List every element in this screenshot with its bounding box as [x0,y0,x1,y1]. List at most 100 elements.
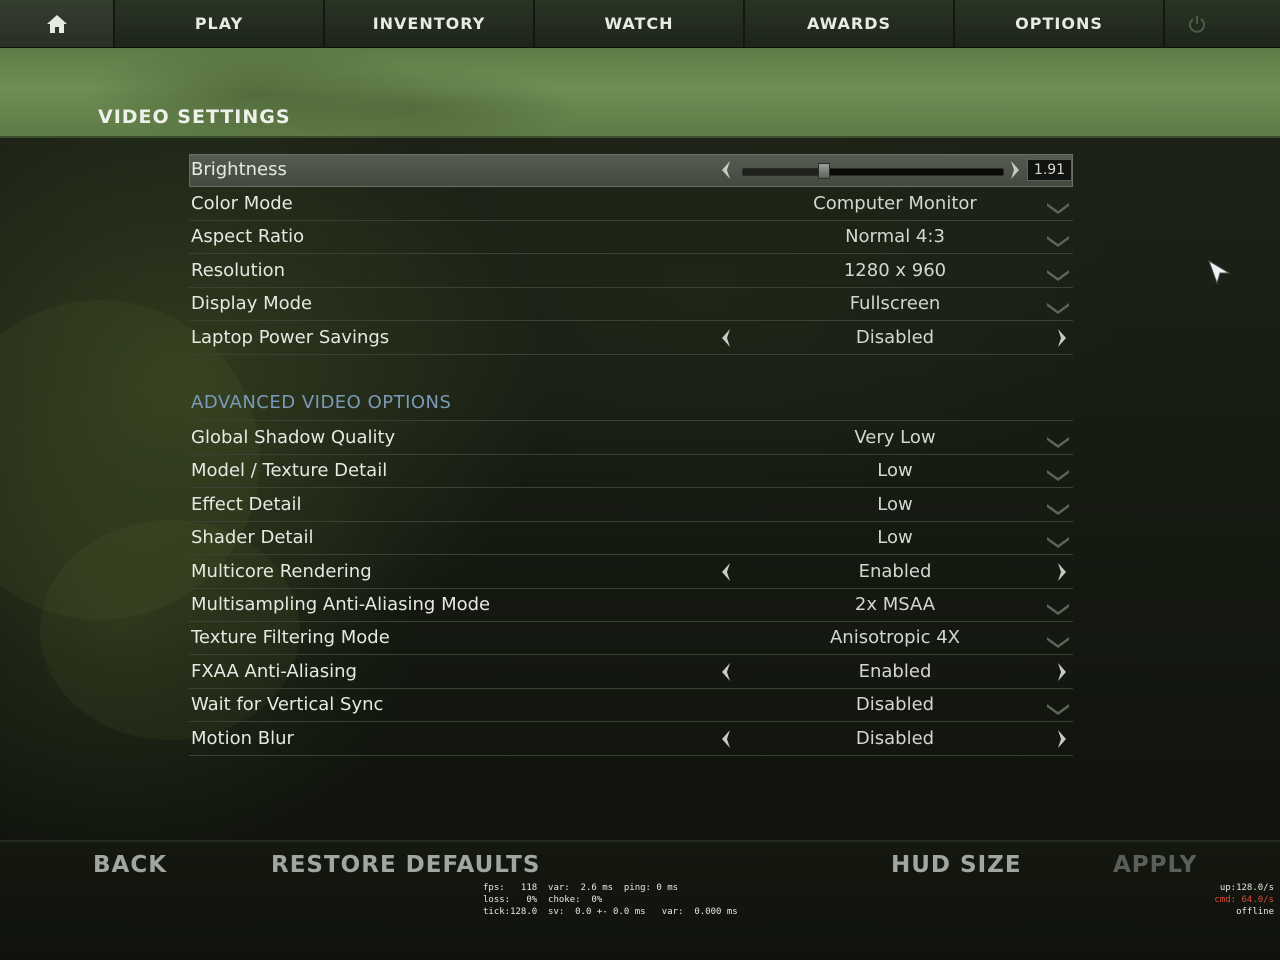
top-navigation-bar: PLAY INVENTORY WATCH AWARDS OPTIONS [0,0,1280,48]
chevron-left-icon[interactable] [717,159,735,181]
apply-button[interactable]: APPLY [1113,852,1197,878]
net-graph-stats: fps: 118 var: 2.6 ms ping: 0 ms loss: 0% … [483,882,738,918]
power-button[interactable] [1165,0,1229,47]
nav-inventory-button[interactable]: INVENTORY [325,0,535,47]
setting-value[interactable]: Disabled [745,728,1045,749]
setting-label: FXAA Anti-Aliasing [191,660,357,682]
setting-row-display-mode[interactable]: Display Mode Fullscreen [189,288,1073,322]
chevron-down-icon[interactable] [1045,534,1071,549]
netgraph-up-rate: up:128.0/s [1219,883,1274,893]
setting-value[interactable]: Computer Monitor [745,193,1045,214]
net-graph-rates: up:128.0/s cmd: 64.0/s offline [1214,882,1274,918]
setting-label: Wait for Vertical Sync [191,694,384,716]
setting-label: Multicore Rendering [191,560,372,582]
setting-value[interactable]: Enabled [745,561,1045,582]
setting-row-global-shadow-quality[interactable]: Global Shadow Quality Very Low [189,422,1073,455]
chevron-down-icon[interactable] [1045,434,1071,448]
setting-row-shader-detail[interactable]: Shader Detail Low [189,522,1073,556]
chevron-right-icon[interactable] [1053,661,1071,683]
slider-fill [743,169,824,175]
setting-row-wait-for-vertical-sync[interactable]: Wait for Vertical Sync Disabled [189,689,1073,723]
bottom-action-bar: BACK RESTORE DEFAULTS HUD SIZE APPLY fps… [0,840,1280,960]
chevron-down-icon[interactable] [1045,601,1071,615]
power-icon [1189,15,1205,33]
chevron-down-icon[interactable] [1045,233,1071,248]
nav-awards-label: AWARDS [806,14,892,33]
chevron-left-icon[interactable] [717,327,735,349]
home-button[interactable] [0,0,115,47]
setting-value[interactable]: Low [745,527,1045,548]
setting-row-model-texture-detail[interactable]: Model / Texture Detail Low [189,455,1073,489]
setting-label: Brightness [191,159,287,180]
netgraph-line-fps: fps: 118 var: 2.6 ms ping: 0 ms [483,883,679,893]
setting-row-laptop-power-savings[interactable]: Laptop Power Savings Disabled [189,322,1073,355]
brightness-slider[interactable] [742,163,1004,179]
setting-row-multisampling-anti-aliasing-mode[interactable]: Multisampling Anti-Aliasing Mode 2x MSAA [189,589,1073,622]
section-divider [189,420,1073,421]
setting-value[interactable]: Anisotropic 4X [745,627,1045,648]
slider-handle[interactable] [817,163,830,179]
chevron-left-icon[interactable] [717,728,735,750]
page-title: VIDEO SETTINGS [98,106,291,128]
setting-row-texture-filtering-mode[interactable]: Texture Filtering Mode Anisotropic 4X [189,622,1073,656]
setting-value[interactable]: Normal 4:3 [745,226,1045,247]
chevron-right-icon[interactable] [1053,561,1071,583]
back-button[interactable]: BACK [93,852,167,878]
setting-row-fxaa-anti-aliasing[interactable]: FXAA Anti-Aliasing Enabled [189,656,1073,689]
chevron-down-icon[interactable] [1045,300,1071,315]
setting-value[interactable]: Low [745,494,1045,515]
chevron-left-icon[interactable] [717,561,735,583]
restore-defaults-button[interactable]: RESTORE DEFAULTS [271,852,540,878]
setting-label: Effect Detail [191,493,302,515]
netgraph-line-loss: loss: 0% choke: 0% [483,895,603,905]
nav-play-button[interactable]: PLAY [115,0,325,47]
setting-label: Multisampling Anti-Aliasing Mode [191,594,491,615]
setting-label: Global Shadow Quality [191,427,396,448]
chevron-down-icon[interactable] [1045,200,1071,214]
setting-value[interactable]: Enabled [745,661,1045,682]
setting-row-multicore-rendering[interactable]: Multicore Rendering Enabled [189,556,1073,589]
setting-value[interactable]: Disabled [745,694,1045,715]
chevron-down-icon[interactable] [1045,701,1071,716]
brightness-value-field[interactable]: 1.91 [1027,159,1072,181]
chevron-down-icon[interactable] [1045,467,1071,482]
nav-inventory-label: INVENTORY [372,14,486,33]
setting-row-effect-detail[interactable]: Effect Detail Low [189,489,1073,522]
nav-play-label: PLAY [194,14,244,33]
setting-value[interactable]: 2x MSAA [745,594,1045,615]
video-settings-screen: PLAY INVENTORY WATCH AWARDS OPTIONS VIDE… [0,0,1280,960]
setting-label: Aspect Ratio [191,226,305,248]
setting-row-color-mode[interactable]: Color Mode Computer Monitor [189,188,1073,221]
nav-awards-button[interactable]: AWARDS [745,0,955,47]
chevron-down-icon[interactable] [1045,634,1071,649]
header-banner: VIDEO SETTINGS [0,48,1280,138]
setting-label: Resolution [191,259,286,281]
setting-label: Display Mode [191,293,313,315]
setting-value[interactable]: Low [745,460,1045,481]
setting-row-brightness[interactable]: Brightness 1.91 [189,154,1073,187]
setting-label: Laptop Power Savings [191,326,390,348]
setting-value[interactable]: Very Low [745,427,1045,448]
chevron-right-icon[interactable] [1053,327,1071,349]
setting-value[interactable]: Fullscreen [745,293,1045,314]
setting-row-resolution[interactable]: Resolution 1280 x 960 [189,255,1073,288]
advanced-video-options-header: ADVANCED VIDEO OPTIONS [191,392,452,413]
chevron-down-icon[interactable] [1045,267,1071,281]
setting-value[interactable]: 1280 x 960 [745,260,1045,281]
mouse-cursor-icon [1208,259,1231,285]
setting-row-motion-blur[interactable]: Motion Blur Disabled [189,723,1073,756]
chevron-left-icon[interactable] [717,661,735,683]
setting-label: Motion Blur [191,727,294,749]
setting-value[interactable]: Disabled [745,327,1045,348]
netgraph-status: offline [1236,907,1274,917]
chevron-right-icon[interactable] [1006,159,1024,181]
setting-row-aspect-ratio[interactable]: Aspect Ratio Normal 4:3 [189,221,1073,255]
chevron-down-icon[interactable] [1045,501,1071,515]
chevron-right-icon[interactable] [1053,728,1071,750]
nav-watch-button[interactable]: WATCH [535,0,745,47]
nav-options-label: OPTIONS [1015,14,1103,33]
setting-label: Color Mode [191,193,293,214]
hud-size-button[interactable]: HUD SIZE [891,852,1022,878]
nav-options-button[interactable]: OPTIONS [955,0,1165,47]
nav-watch-label: WATCH [604,14,674,33]
